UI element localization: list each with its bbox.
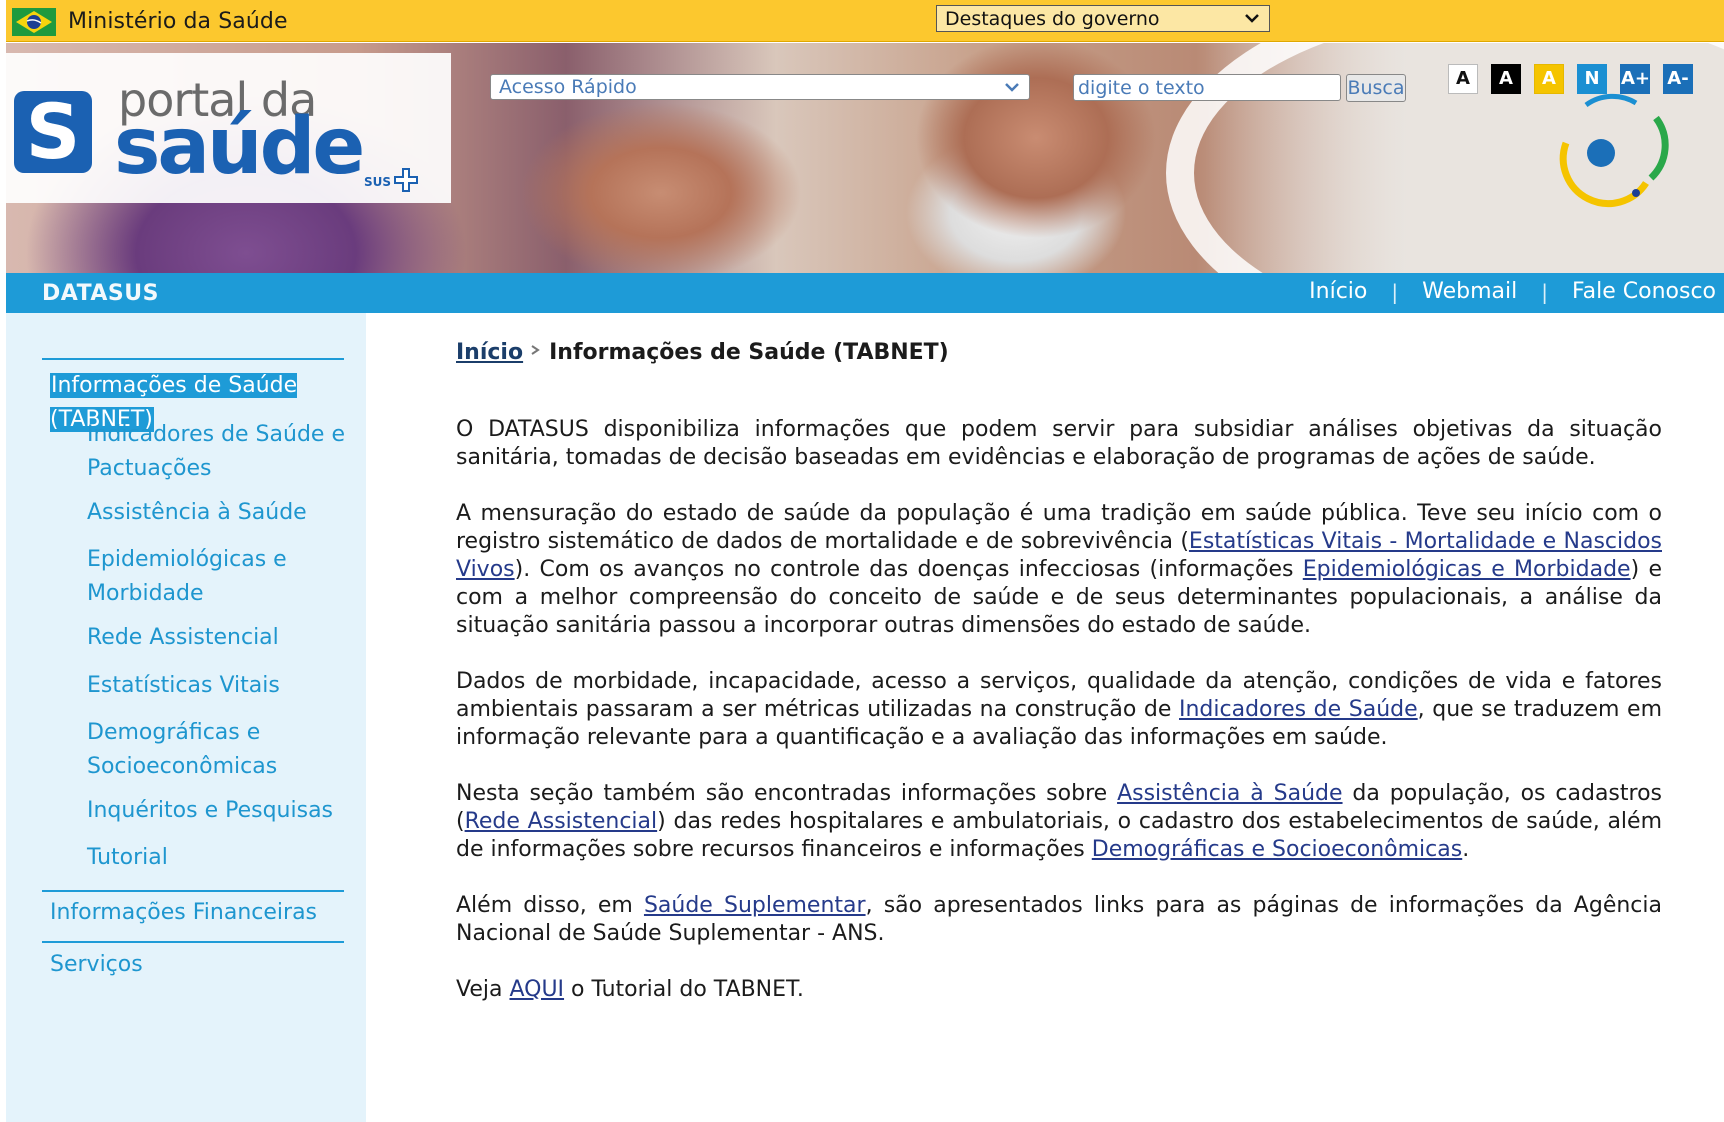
- logo-sus-text: SUS: [364, 175, 392, 189]
- header-banner: S portal da saúde SUS Acesso Rápido Busc…: [6, 43, 1724, 273]
- supplementary-paragraph: Além disso, em Saúde Suplementar, são ap…: [456, 892, 1662, 948]
- nav-link-webmail[interactable]: Webmail: [1422, 279, 1517, 304]
- sidebar-divider: [42, 358, 344, 360]
- nav-links: Início | Webmail | Fale Conosco: [1309, 279, 1716, 304]
- nav-separator: |: [1541, 279, 1548, 304]
- paragraph-text: Nesta seção também são encontradas infor…: [456, 781, 1118, 806]
- sidebar: Informações de Saúde (TABNET) Indicadore…: [6, 313, 366, 1122]
- chevron-down-icon: [1005, 83, 1019, 92]
- link-demograficas[interactable]: Demográficas e Socioeconômicas: [1092, 837, 1462, 862]
- datasus-brand[interactable]: DATASUS: [42, 281, 159, 306]
- sidebar-item-inqueritos[interactable]: Inquéritos e Pesquisas: [87, 794, 347, 828]
- sidebar-item-assistencia[interactable]: Assistência à Saúde: [87, 496, 347, 530]
- government-highlights-label: Destaques do governo: [945, 8, 1160, 30]
- link-assistencia[interactable]: Assistência à Saúde: [1117, 781, 1342, 806]
- logo-saude-text: saúde: [114, 102, 365, 192]
- history-paragraph: A mensuração do estado de saúde da popul…: [456, 500, 1662, 640]
- breadcrumb-current: Informações de Saúde (TABNET): [549, 340, 949, 365]
- link-rede-assistencial[interactable]: Rede Assistencial: [465, 809, 658, 834]
- breadcrumb-home-link[interactable]: Início: [456, 340, 523, 365]
- search-input[interactable]: [1073, 74, 1341, 101]
- sidebar-divider: [42, 890, 344, 892]
- metrics-paragraph: Dados de morbidade, incapacidade, acesso…: [456, 668, 1662, 752]
- breadcrumb: Início Informações de Saúde (TABNET): [456, 340, 1662, 372]
- paragraph-text: Veja: [456, 977, 510, 1002]
- paragraph-text: .: [1462, 837, 1470, 862]
- quick-access-select[interactable]: Acesso Rápido: [490, 74, 1030, 100]
- tutorial-paragraph: Veja AQUI o Tutorial do TABNET.: [456, 976, 1662, 1004]
- link-epidemiologicas[interactable]: Epidemiológicas e Morbidade: [1303, 557, 1631, 582]
- main-content: Início Informações de Saúde (TABNET) O DA…: [456, 340, 1662, 1032]
- ministry-title[interactable]: Ministério da Saúde: [68, 9, 288, 34]
- sidebar-item-demograficas[interactable]: Demográficas e Socioeconômicas: [87, 716, 347, 784]
- link-saude-suplementar[interactable]: Saúde Suplementar: [644, 893, 866, 918]
- sidebar-item-epidemiologicas[interactable]: Epidemiológicas e Morbidade: [87, 543, 347, 611]
- sidebar-item-financeiras[interactable]: Informações Financeiras: [50, 900, 317, 925]
- top-nav: DATASUS Início | Webmail | Fale Conosco: [6, 273, 1724, 313]
- nav-link-fale-conosco[interactable]: Fale Conosco: [1572, 279, 1716, 304]
- breadcrumb-arrow-icon: [531, 345, 540, 355]
- paragraph-text: Além disso, em: [456, 893, 644, 918]
- sidebar-item-rede-assistencial[interactable]: Rede Assistencial: [87, 621, 347, 655]
- sidebar-item-servicos[interactable]: Serviços: [50, 952, 143, 977]
- link-tutorial-aqui[interactable]: AQUI: [509, 977, 564, 1002]
- nav-link-inicio[interactable]: Início: [1309, 279, 1367, 304]
- logo-s-mark: S: [14, 91, 92, 173]
- nav-separator: |: [1391, 279, 1399, 304]
- search-button[interactable]: Busca: [1346, 74, 1406, 102]
- paragraph-text: ). Com os avanços no controle das doença…: [514, 557, 1303, 582]
- government-highlights-select[interactable]: Destaques do governo: [936, 5, 1270, 32]
- sus-cross-icon: [394, 168, 418, 192]
- accessibility-logo-icon: [1559, 93, 1669, 208]
- link-indicadores[interactable]: Indicadores de Saúde: [1179, 697, 1418, 722]
- quick-access-label: Acesso Rápido: [499, 76, 637, 98]
- sidebar-item-indicadores[interactable]: Indicadores de Saúde e Pactuações: [87, 418, 347, 486]
- paragraph-text: o Tutorial do TABNET.: [564, 977, 804, 1002]
- font-normal-button[interactable]: A: [1448, 64, 1478, 94]
- gov-bar: Ministério da Saúde Destaques do governo: [6, 0, 1724, 42]
- chevron-down-icon: [1245, 14, 1259, 23]
- sidebar-item-estatisticas-vitais[interactable]: Estatísticas Vitais: [87, 669, 347, 703]
- intro-paragraph: O DATASUS disponibiliza informações que …: [456, 417, 1662, 470]
- sidebar-divider: [42, 941, 344, 943]
- section-paragraph: Nesta seção também são encontradas infor…: [456, 780, 1662, 864]
- portal-logo[interactable]: S portal da saúde SUS: [6, 53, 451, 203]
- brazil-flag-icon: [12, 8, 56, 36]
- sidebar-item-tutorial[interactable]: Tutorial: [87, 841, 347, 875]
- contrast-dark-button[interactable]: A: [1491, 64, 1521, 94]
